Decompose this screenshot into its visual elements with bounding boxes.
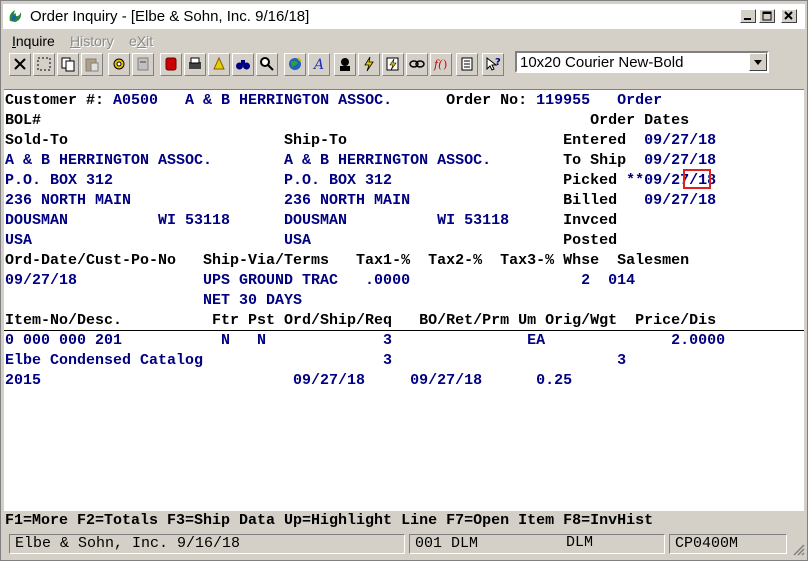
lightning-page-icon[interactable] [382, 53, 404, 76]
field-label: Picked [563, 172, 627, 189]
font-select-dropdown-button[interactable] [749, 53, 767, 71]
picked-highlight-marker [683, 169, 711, 189]
terminal-line: BOL# Order Dates [5, 111, 689, 131]
bell-icon[interactable] [208, 53, 230, 76]
window-title: Order Inquiry - [Elbe & Sohn, Inc. 9/16/… [30, 8, 310, 25]
terminal-line: 0 000 000 201 N N 3 EA 2.0000 [5, 331, 725, 351]
field-value: 119955 Order [536, 92, 663, 109]
print-screen-icon[interactable] [184, 53, 206, 76]
field-value: Elbe Condensed Catalog 3 3 [5, 352, 627, 369]
field-value: 09/27/18 [644, 132, 717, 149]
terminal-line: P.O. BOX 312 P.O. BOX 312 Picked **09/27… [5, 171, 716, 191]
terminal-screen[interactable]: Customer #: A0500 A & B HERRINGTON ASSOC… [4, 89, 804, 511]
chevron-down-icon [754, 60, 762, 65]
function-key-hints: F1=More F2=Totals F3=Ship Data Up=Highli… [5, 512, 654, 529]
terminal-line: A & B HERRINGTON ASSOC. A & B HERRINGTON… [5, 151, 716, 171]
select-box-icon[interactable] [33, 53, 55, 76]
lightning-icon[interactable] [358, 53, 380, 76]
portrait-icon[interactable] [334, 53, 356, 76]
binoculars-icon[interactable] [232, 53, 254, 76]
resize-grip-icon[interactable] [791, 542, 805, 556]
field-label: Ord-Date/Cust-Po-No Ship-Via/Terms Tax1-… [5, 252, 690, 269]
svg-text:?: ? [495, 57, 501, 68]
field-value: NET 30 DAYS [5, 292, 303, 309]
globe-icon[interactable] [284, 53, 306, 76]
stop-record-icon[interactable] [160, 53, 182, 76]
paste-icon[interactable] [81, 53, 103, 76]
field-value: DOUSMAN WI 53118 DOUSMAN WI 53118 [5, 212, 564, 229]
field-value: 09/27/18 UPS GROUND TRAC .0000 2 014 [5, 272, 636, 289]
field-label: Sold-To Ship-To Entered [5, 132, 645, 149]
terminal-line: Ord-Date/Cust-Po-No Ship-Via/Terms Tax1-… [5, 251, 689, 271]
field-value: 0 000 000 201 N N 3 EA 2.0000 [5, 332, 726, 349]
function-icon[interactable]: f() [430, 53, 452, 76]
copy-icon[interactable] [57, 53, 79, 76]
status-company: Elbe & Sohn, Inc. 9/16/18 [9, 534, 405, 554]
field-value: USA USA [5, 232, 564, 249]
field-value: A & B HERRINGTON ASSOC. A & B HERRINGTON… [5, 152, 564, 169]
field-label: Order No: [392, 92, 537, 109]
svg-text:): ) [443, 58, 447, 71]
field-label: Billed [563, 192, 645, 209]
font-select[interactable]: 10x20 Courier New-Bold [515, 51, 769, 73]
terminal-line: DOUSMAN WI 53118 DOUSMAN WI 53118 Invced [5, 211, 617, 231]
field-value: P.O. BOX 312 P.O. BOX 312 [5, 172, 564, 189]
status-program: CP0400M [669, 534, 787, 554]
field-value: A0500 A & B HERRINGTON ASSOC. [113, 92, 393, 109]
menu-history[interactable]: History [70, 32, 114, 50]
help-cursor-icon[interactable]: ? [482, 53, 504, 76]
menu-inquire[interactable]: Inquire [12, 32, 55, 50]
field-value: 09/27/18 [644, 192, 717, 209]
svg-text:A: A [312, 57, 324, 72]
title-bar[interactable]: Order Inquiry - [Elbe & Sohn, Inc. 9/16/… [3, 4, 805, 29]
magnifier-icon[interactable] [256, 53, 278, 76]
terminal-line: Item-No/Desc. Ftr Pst Ord/Ship/Req BO/Re… [5, 311, 716, 331]
toolbar: A f() ? 10x20 Courier New-Bold [7, 51, 803, 79]
minimize-button[interactable] [740, 9, 756, 23]
terminal-line: Elbe Condensed Catalog 3 3 [5, 351, 626, 371]
close-x-icon[interactable] [9, 53, 31, 76]
app-icon [9, 10, 22, 22]
terminal-line: Sold-To Ship-To Entered 09/27/18 [5, 131, 716, 151]
field-label: Invced [563, 212, 618, 229]
field-value: 2015 09/27/18 09/27/18 0.25 [5, 372, 573, 389]
terminal-line: 09/27/18 UPS GROUND TRAC .0000 2 014 [5, 271, 635, 291]
terminal-line: USA USA Posted [5, 231, 617, 251]
close-button[interactable] [781, 9, 797, 23]
field-label: Posted [563, 232, 618, 249]
menu-exit[interactable]: eXit [129, 32, 153, 50]
terminal-line: 2015 09/27/18 09/27/18 0.25 [5, 371, 572, 391]
field-label: BOL# Order Dates [5, 112, 690, 129]
menu-bar: Inquire History eXit [3, 31, 805, 51]
field-value: 236 NORTH MAIN 236 NORTH MAIN [5, 192, 564, 209]
item-separator-line [4, 330, 804, 331]
status-user2: DLM [566, 534, 594, 551]
settings-gear-icon[interactable] [108, 53, 130, 76]
notes-icon[interactable] [456, 53, 478, 76]
order-inquiry-window: Order Inquiry - [Elbe & Sohn, Inc. 9/16/… [0, 0, 808, 561]
field-label: Item-No/Desc. Ftr Pst Ord/Ship/Req BO/Re… [5, 312, 717, 329]
svg-text:f(: f( [433, 58, 443, 71]
field-value: 09/27/18 [644, 152, 717, 169]
terminal-line: 236 NORTH MAIN 236 NORTH MAIN Billed 09/… [5, 191, 716, 211]
field-label: Customer #: [5, 92, 114, 109]
font-script-icon[interactable]: A [308, 53, 330, 76]
font-select-value: 10x20 Courier New-Bold [520, 54, 684, 71]
maximize-button[interactable] [759, 9, 775, 23]
clipboard-icon[interactable] [132, 53, 154, 76]
link-icon[interactable] [406, 53, 428, 76]
field-label: To Ship [563, 152, 645, 169]
status-bar: Elbe & Sohn, Inc. 9/16/18 001 DLM DLM CP… [5, 532, 805, 556]
terminal-line: NET 30 DAYS [5, 291, 302, 311]
terminal-line: Customer #: A0500 A & B HERRINGTON ASSOC… [5, 91, 662, 111]
